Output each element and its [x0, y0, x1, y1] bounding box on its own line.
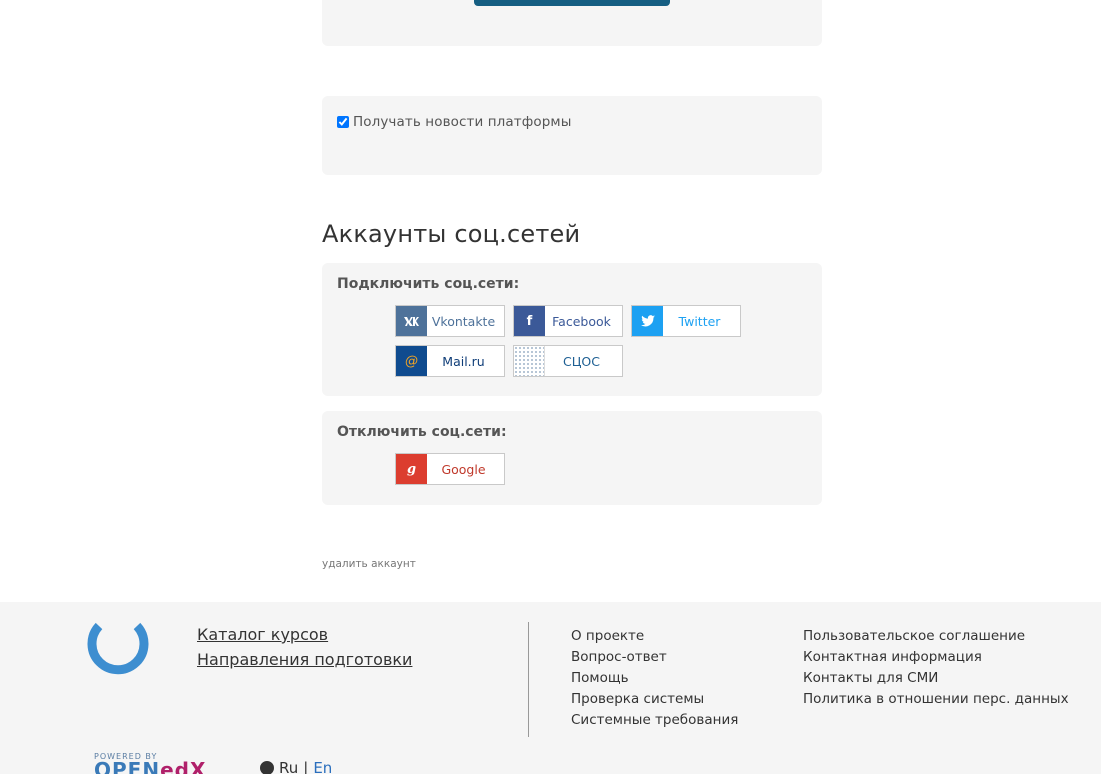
about-link[interactable]: О проекте [571, 626, 738, 647]
openedx-open-text: OPEN [94, 758, 161, 774]
submit-button[interactable] [474, 0, 670, 6]
vkontakte-label: Vkontakte [431, 313, 496, 329]
system-check-link[interactable]: Проверка системы [571, 689, 738, 710]
disconnect-heading: Отключить соц.сети: [337, 424, 507, 440]
training-directions-link[interactable]: Направления подготовки [197, 647, 412, 672]
mailru-label: Mail.ru [442, 353, 485, 369]
user-agreement-link[interactable]: Пользовательское соглашение [803, 626, 1069, 647]
newsletter-checkbox[interactable] [337, 116, 349, 128]
connect-twitter-button[interactable]: Twitter [631, 305, 741, 337]
twitter-icon [632, 306, 663, 336]
google-label: Google [441, 461, 486, 477]
footer-links-column-2: Пользовательское соглашение Контактная и… [803, 626, 1069, 710]
mailru-icon: @ [396, 346, 427, 376]
form-panel-top [322, 0, 822, 46]
connect-social-panel: Подключить соц.сети: Vkontakte f Faceboo… [322, 263, 822, 396]
lang-en-link[interactable]: En [313, 759, 332, 774]
footer-links-column-1: О проекте Вопрос-ответ Помощь Проверка с… [571, 626, 738, 731]
catalog-links: Каталог курсов Направления подготовки [197, 622, 412, 672]
lang-ru-link[interactable]: Ru [279, 759, 298, 774]
connect-vkontakte-button[interactable]: Vkontakte [395, 305, 505, 337]
newsletter-row: Получать новости платформы [337, 114, 571, 130]
openedx-edx-text: edX [160, 758, 207, 774]
vk-icon [396, 306, 427, 336]
platform-logo-icon [87, 622, 149, 675]
openedx-wordmark: OPENedX [94, 758, 234, 774]
connect-heading: Подключить соц.сети: [337, 276, 520, 292]
lang-separator: | [303, 759, 309, 774]
help-link[interactable]: Помощь [571, 668, 738, 689]
disconnect-google-button[interactable]: g Google [395, 453, 505, 485]
language-switcher: Ru | En [260, 759, 332, 774]
newsletter-panel: Получать новости платформы [322, 96, 822, 175]
faq-link[interactable]: Вопрос-ответ [571, 647, 738, 668]
facebook-label: Facebook [552, 313, 611, 329]
system-requirements-link[interactable]: Системные требования [571, 710, 738, 731]
course-catalog-link[interactable]: Каталог курсов [197, 622, 412, 647]
scos-icon [514, 346, 545, 376]
delete-account-link[interactable]: удалить аккаунт [322, 558, 416, 570]
footer-divider [528, 622, 529, 737]
connect-mailru-button[interactable]: @ Mail.ru [395, 345, 505, 377]
connect-facebook-button[interactable]: f Facebook [513, 305, 623, 337]
powered-by-openedx-logo[interactable]: POWERED BY OPENedX [94, 752, 234, 774]
contact-info-link[interactable]: Контактная информация [803, 647, 1069, 668]
facebook-icon: f [514, 306, 545, 336]
connect-scos-button[interactable]: СЦОС [513, 345, 623, 377]
google-icon: g [396, 454, 427, 484]
disconnect-social-panel: Отключить соц.сети: g Google [322, 411, 822, 505]
globe-icon [260, 761, 274, 774]
privacy-policy-link[interactable]: Политика в отношении перс. данных [803, 689, 1069, 710]
scos-label: СЦОС [563, 353, 600, 369]
twitter-label: Twitter [678, 313, 721, 329]
newsletter-label[interactable]: Получать новости платформы [353, 114, 571, 130]
social-accounts-title: Аккаунты соц.сетей [322, 220, 581, 248]
press-contacts-link[interactable]: Контакты для СМИ [803, 668, 1069, 689]
site-footer: Каталог курсов Направления подготовки О … [0, 602, 1101, 774]
